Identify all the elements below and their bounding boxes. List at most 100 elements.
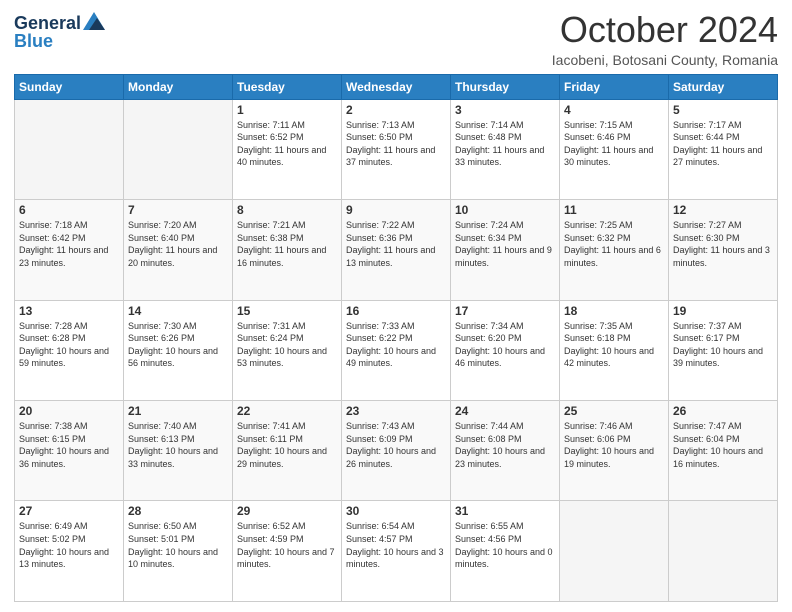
- day-number: 8: [237, 203, 337, 217]
- day-number: 20: [19, 404, 119, 418]
- calendar-cell: 6 Sunrise: 7:18 AM Sunset: 6:42 PM Daylig…: [15, 200, 124, 300]
- calendar-cell: 18Sunrise: 7:35 AM Sunset: 6:18 PM Dayli…: [560, 300, 669, 400]
- calendar-cell: 26Sunrise: 7:47 AM Sunset: 6:04 PM Dayli…: [669, 401, 778, 501]
- calendar-cell: 8 Sunrise: 7:21 AM Sunset: 6:38 PM Daylig…: [233, 200, 342, 300]
- day-number: 6: [19, 203, 119, 217]
- day-info: Sunrise: 7:44 AM Sunset: 6:08 PM Dayligh…: [455, 420, 555, 470]
- month-title: October 2024: [552, 10, 778, 50]
- day-number: 9: [346, 203, 446, 217]
- day-number: 28: [128, 504, 228, 518]
- calendar-cell: 17 Sunrise: 7:34 AM Sunset: 6:20 PM Dayli…: [451, 300, 560, 400]
- calendar-cell: 28 Sunrise: 6:50 AM Sunset: 5:01 PM Dayli…: [124, 501, 233, 602]
- weekday-wednesday: Wednesday: [342, 74, 451, 99]
- weekday-friday: Friday: [560, 74, 669, 99]
- day-number: 31: [455, 504, 555, 518]
- day-number: 18: [564, 304, 664, 318]
- day-number: 29: [237, 504, 337, 518]
- day-info: Sunrise: 7:21 AM Sunset: 6:38 PM Dayligh…: [237, 219, 337, 269]
- day-number: 11: [564, 203, 664, 217]
- calendar-week-row: 6 Sunrise: 7:18 AM Sunset: 6:42 PM Daylig…: [15, 200, 778, 300]
- logo-general: General: [14, 14, 81, 32]
- day-number: 1: [237, 103, 337, 117]
- header: General Blue October 2024 Iacobeni, Boto…: [14, 10, 778, 68]
- calendar-cell: 31 Sunrise: 6:55 AM Sunset: 4:56 PM Dayli…: [451, 501, 560, 602]
- day-number: 17: [455, 304, 555, 318]
- calendar-cell: 9 Sunrise: 7:22 AM Sunset: 6:36 PM Daylig…: [342, 200, 451, 300]
- calendar-week-row: 13 Sunrise: 7:28 AM Sunset: 6:28 PM Dayli…: [15, 300, 778, 400]
- day-number: 2: [346, 103, 446, 117]
- calendar-cell: [560, 501, 669, 602]
- calendar-cell: 20 Sunrise: 7:38 AM Sunset: 6:15 PM Dayli…: [15, 401, 124, 501]
- day-number: 7: [128, 203, 228, 217]
- day-info: Sunrise: 7:38 AM Sunset: 6:15 PM Dayligh…: [19, 420, 119, 470]
- day-info: Sunrise: 7:41 AM Sunset: 6:11 PM Dayligh…: [237, 420, 337, 470]
- day-info: Sunrise: 6:49 AM Sunset: 5:02 PM Dayligh…: [19, 520, 119, 570]
- calendar-week-row: 20 Sunrise: 7:38 AM Sunset: 6:15 PM Dayli…: [15, 401, 778, 501]
- day-info: Sunrise: 7:11 AM Sunset: 6:52 PM Dayligh…: [237, 119, 337, 169]
- day-info: Sunrise: 7:13 AM Sunset: 6:50 PM Dayligh…: [346, 119, 446, 169]
- calendar-cell: 16Sunrise: 7:33 AM Sunset: 6:22 PM Dayli…: [342, 300, 451, 400]
- calendar-cell: 12 Sunrise: 7:27 AM Sunset: 6:30 PM Dayli…: [669, 200, 778, 300]
- day-info: Sunrise: 6:55 AM Sunset: 4:56 PM Dayligh…: [455, 520, 555, 570]
- calendar-cell: [669, 501, 778, 602]
- day-info: Sunrise: 6:50 AM Sunset: 5:01 PM Dayligh…: [128, 520, 228, 570]
- page: General Blue October 2024 Iacobeni, Boto…: [0, 0, 792, 612]
- day-number: 23: [346, 404, 446, 418]
- day-number: 4: [564, 103, 664, 117]
- weekday-monday: Monday: [124, 74, 233, 99]
- weekday-saturday: Saturday: [669, 74, 778, 99]
- day-info: Sunrise: 7:14 AM Sunset: 6:48 PM Dayligh…: [455, 119, 555, 169]
- day-number: 13: [19, 304, 119, 318]
- day-number: 15: [237, 304, 337, 318]
- day-info: Sunrise: 6:52 AM Sunset: 4:59 PM Dayligh…: [237, 520, 337, 570]
- logo: General Blue: [14, 10, 105, 50]
- calendar-week-row: 27 Sunrise: 6:49 AM Sunset: 5:02 PM Dayli…: [15, 501, 778, 602]
- day-info: Sunrise: 7:27 AM Sunset: 6:30 PM Dayligh…: [673, 219, 773, 269]
- day-number: 30: [346, 504, 446, 518]
- day-number: 5: [673, 103, 773, 117]
- weekday-header-row: SundayMondayTuesdayWednesdayThursdayFrid…: [15, 74, 778, 99]
- calendar-cell: 25 Sunrise: 7:46 AM Sunset: 6:06 PM Dayli…: [560, 401, 669, 501]
- calendar-cell: 23 Sunrise: 7:43 AM Sunset: 6:09 PM Dayli…: [342, 401, 451, 501]
- calendar-cell: 11 Sunrise: 7:25 AM Sunset: 6:32 PM Dayli…: [560, 200, 669, 300]
- day-info: Sunrise: 7:40 AM Sunset: 6:13 PM Dayligh…: [128, 420, 228, 470]
- calendar-cell: [124, 99, 233, 199]
- calendar-cell: 14 Sunrise: 7:30 AM Sunset: 6:26 PM Dayli…: [124, 300, 233, 400]
- location-title: Iacobeni, Botosani County, Romania: [552, 52, 778, 68]
- calendar-cell: 1 Sunrise: 7:11 AM Sunset: 6:52 PM Daylig…: [233, 99, 342, 199]
- day-info: Sunrise: 7:22 AM Sunset: 6:36 PM Dayligh…: [346, 219, 446, 269]
- day-number: 25: [564, 404, 664, 418]
- day-number: 27: [19, 504, 119, 518]
- title-section: October 2024 Iacobeni, Botosani County, …: [552, 10, 778, 68]
- day-info: Sunrise: 7:30 AM Sunset: 6:26 PM Dayligh…: [128, 320, 228, 370]
- calendar-cell: 30Sunrise: 6:54 AM Sunset: 4:57 PM Dayli…: [342, 501, 451, 602]
- day-number: 10: [455, 203, 555, 217]
- calendar-week-row: 1 Sunrise: 7:11 AM Sunset: 6:52 PM Daylig…: [15, 99, 778, 199]
- day-info: Sunrise: 7:25 AM Sunset: 6:32 PM Dayligh…: [564, 219, 664, 269]
- logo-icon: [83, 12, 105, 30]
- day-info: Sunrise: 7:37 AM Sunset: 6:17 PM Dayligh…: [673, 320, 773, 370]
- calendar-cell: 19 Sunrise: 7:37 AM Sunset: 6:17 PM Dayli…: [669, 300, 778, 400]
- calendar-cell: 4Sunrise: 7:15 AM Sunset: 6:46 PM Daylig…: [560, 99, 669, 199]
- day-number: 24: [455, 404, 555, 418]
- calendar-cell: 24 Sunrise: 7:44 AM Sunset: 6:08 PM Dayli…: [451, 401, 560, 501]
- day-info: Sunrise: 7:18 AM Sunset: 6:42 PM Dayligh…: [19, 219, 119, 269]
- calendar-cell: 21Sunrise: 7:40 AM Sunset: 6:13 PM Dayli…: [124, 401, 233, 501]
- day-number: 12: [673, 203, 773, 217]
- weekday-tuesday: Tuesday: [233, 74, 342, 99]
- day-info: Sunrise: 7:33 AM Sunset: 6:22 PM Dayligh…: [346, 320, 446, 370]
- weekday-sunday: Sunday: [15, 74, 124, 99]
- calendar-cell: 5Sunrise: 7:17 AM Sunset: 6:44 PM Daylig…: [669, 99, 778, 199]
- day-number: 14: [128, 304, 228, 318]
- logo-blue: Blue: [14, 32, 53, 50]
- day-number: 19: [673, 304, 773, 318]
- day-info: Sunrise: 7:34 AM Sunset: 6:20 PM Dayligh…: [455, 320, 555, 370]
- day-info: Sunrise: 7:46 AM Sunset: 6:06 PM Dayligh…: [564, 420, 664, 470]
- day-info: Sunrise: 7:24 AM Sunset: 6:34 PM Dayligh…: [455, 219, 555, 269]
- calendar-cell: 29 Sunrise: 6:52 AM Sunset: 4:59 PM Dayli…: [233, 501, 342, 602]
- calendar-cell: 10 Sunrise: 7:24 AM Sunset: 6:34 PM Dayli…: [451, 200, 560, 300]
- calendar-cell: 7Sunrise: 7:20 AM Sunset: 6:40 PM Daylig…: [124, 200, 233, 300]
- day-info: Sunrise: 7:28 AM Sunset: 6:28 PM Dayligh…: [19, 320, 119, 370]
- day-info: Sunrise: 7:43 AM Sunset: 6:09 PM Dayligh…: [346, 420, 446, 470]
- day-number: 22: [237, 404, 337, 418]
